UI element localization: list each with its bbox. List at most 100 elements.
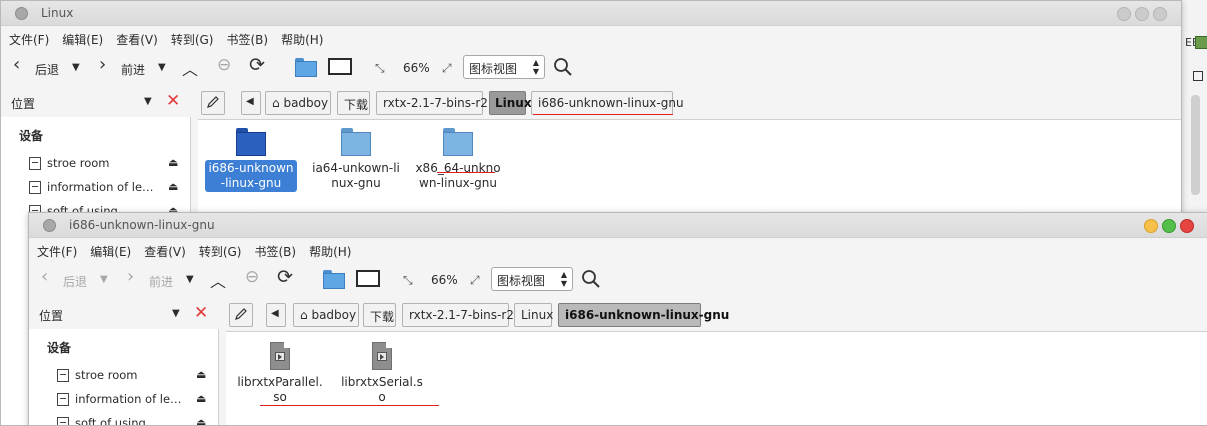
view-mode-select[interactable]: 图标视图 ▲ ▼ <box>491 267 573 291</box>
forward-button[interactable]: 前进 <box>149 273 173 290</box>
devices-heading: 设备 <box>47 341 72 355</box>
menu-bookmarks[interactable]: 书签(B) <box>246 239 301 260</box>
stop-icon[interactable]: ⊖ <box>217 55 231 75</box>
annotation-underline <box>437 172 495 173</box>
up-arrow-icon[interactable]: ︿ <box>210 268 226 292</box>
window-title: Linux <box>41 6 74 20</box>
reload-icon[interactable]: ⟳ <box>249 54 265 76</box>
back-history-dropdown-icon[interactable]: ▼ <box>100 274 108 285</box>
sidebar-dropdown-icon[interactable]: ▼ <box>172 308 180 319</box>
back-arrow-icon[interactable]: ‹ <box>41 266 48 287</box>
path-segment-rxtx[interactable]: rxtx-2.1-7-bins-r2 <box>376 91 488 115</box>
path-label: badboy <box>283 96 329 110</box>
view-mode-select[interactable]: 图标视图 ▲ ▼ <box>463 55 545 79</box>
sidebar-dropdown-icon[interactable]: ▼ <box>144 96 152 107</box>
zoom-out-icon[interactable]: ⤡ <box>375 61 385 76</box>
background-scrollbar[interactable] <box>1191 95 1200 195</box>
folder-item-ia64[interactable]: ia64-unkown-linux-gnu <box>310 128 402 192</box>
view-mode-label: 图标视图 <box>497 274 546 288</box>
file-item-librxtxserial[interactable]: librxtxSerial.so <box>336 342 428 406</box>
path-segment-rxtx[interactable]: rxtx-2.1-7-bins-r2 <box>402 303 514 327</box>
menu-view[interactable]: 查看(V) <box>136 239 191 260</box>
forward-button[interactable]: 前进 <box>121 61 145 78</box>
file-view: librxtxParallel.so librxtxSerial.so <box>226 331 1207 425</box>
path-scroll-left-button[interactable]: ◀ <box>241 91 261 115</box>
zoom-in-icon[interactable]: ⤢ <box>470 273 480 288</box>
edit-path-button[interactable] <box>229 303 253 327</box>
path-scroll-left-button[interactable]: ◀ <box>266 303 286 327</box>
background-checkbox[interactable] <box>1195 36 1207 49</box>
background-square-icon <box>1193 71 1203 81</box>
close-button[interactable] <box>1153 7 1167 21</box>
sidebar-item-information[interactable]: information of lea… ⏏ <box>55 391 215 411</box>
folder-item-x86-64[interactable]: x86_64-unknown-linux-gnu <box>412 128 504 192</box>
title-bar[interactable]: i686-unknown-linux-gnu <box>29 213 1207 238</box>
minimize-button[interactable] <box>1144 219 1158 233</box>
edit-path-button[interactable] <box>201 91 225 115</box>
back-history-dropdown-icon[interactable]: ▼ <box>72 62 80 73</box>
minimize-button[interactable] <box>1117 7 1131 21</box>
back-arrow-icon[interactable]: ‹ <box>13 54 20 75</box>
spin-arrows-icon: ▲ ▼ <box>560 270 567 288</box>
forward-history-dropdown-icon[interactable]: ▼ <box>158 62 166 73</box>
folder-item-i686[interactable]: i686-unknown-linux-gnu <box>205 128 297 192</box>
stop-icon[interactable]: ⊖ <box>245 267 259 287</box>
menu-bookmarks[interactable]: 书签(B) <box>218 27 273 48</box>
forward-arrow-icon[interactable]: › <box>99 54 106 75</box>
eject-icon[interactable]: ⏏ <box>196 416 206 425</box>
file-item-librxtxparallel[interactable]: librxtxParallel.so <box>234 342 326 406</box>
sidebar-close-icon[interactable]: ✕ <box>166 91 180 111</box>
sidebar-item-stroe-room[interactable]: stroe room ⏏ <box>27 155 187 175</box>
icon-view-folder-icon[interactable] <box>295 58 317 77</box>
forward-history-dropdown-icon[interactable]: ▼ <box>186 274 194 285</box>
menu-go[interactable]: 转到(G) <box>163 27 219 48</box>
computer-icon[interactable] <box>328 58 352 75</box>
back-button[interactable]: 后退 <box>35 61 59 78</box>
menu-help[interactable]: 帮助(H) <box>301 239 356 260</box>
sidebar-item-information[interactable]: information of lea… ⏏ <box>27 179 187 199</box>
drive-icon <box>57 369 69 382</box>
eject-icon[interactable]: ⏏ <box>168 180 178 193</box>
path-segment-badboy[interactable]: ⌂ badboy <box>265 91 331 115</box>
pencil-icon <box>207 96 219 108</box>
folder-name: x86_64-unknown-linux-gnu <box>415 161 501 190</box>
folder-icon <box>236 128 266 156</box>
menu-edit[interactable]: 编辑(E) <box>82 239 136 260</box>
search-icon[interactable] <box>553 57 573 77</box>
title-bar[interactable]: Linux <box>1 1 1181 26</box>
path-segment-linux[interactable]: Linux <box>489 91 532 115</box>
menu-view[interactable]: 查看(V) <box>108 27 163 48</box>
maximize-button[interactable] <box>1162 219 1176 233</box>
menu-go[interactable]: 转到(G) <box>191 239 247 260</box>
sidebar-item-stroe-room[interactable]: stroe room ⏏ <box>55 367 215 387</box>
maximize-button[interactable] <box>1135 7 1149 21</box>
path-segment-i686[interactable]: i686-unknown-linux-gnu <box>531 91 684 115</box>
path-segment-downloads[interactable]: 下载 <box>363 303 396 327</box>
menu-file[interactable]: 文件(F) <box>29 239 82 260</box>
menu-file[interactable]: 文件(F) <box>1 27 54 48</box>
sidebar-item-soft-of-using[interactable]: soft of using ⏏ <box>55 415 215 425</box>
up-arrow-icon[interactable]: ︿ <box>182 56 198 80</box>
close-button[interactable] <box>1180 219 1194 233</box>
icon-view-folder-icon[interactable] <box>323 270 345 289</box>
search-icon[interactable] <box>581 269 601 289</box>
computer-icon[interactable] <box>356 270 380 287</box>
reload-icon[interactable]: ⟳ <box>277 266 293 288</box>
path-segment-linux[interactable]: Linux <box>514 303 553 327</box>
sidebar-close-icon[interactable]: ✕ <box>194 303 208 323</box>
forward-arrow-icon[interactable]: › <box>127 266 134 287</box>
sidebar-item-label: information of lea… <box>47 180 157 194</box>
eject-icon[interactable]: ⏏ <box>168 156 178 169</box>
sidebar: 位置 ▼ ✕ 设备 stroe room ⏏ information of le… <box>29 299 219 425</box>
menu-help[interactable]: 帮助(H) <box>273 27 328 48</box>
zoom-in-icon[interactable]: ⤢ <box>442 61 452 76</box>
path-segment-i686[interactable]: i686-unknown-linux-gnu <box>558 303 729 327</box>
eject-icon[interactable]: ⏏ <box>196 368 206 381</box>
path-segment-downloads[interactable]: 下载 <box>337 91 370 115</box>
back-button[interactable]: 后退 <box>63 273 87 290</box>
path-segment-badboy[interactable]: ⌂ badboy <box>293 303 359 327</box>
zoom-out-icon[interactable]: ⤡ <box>403 273 413 288</box>
file-name: librxtxSerial.so <box>341 375 423 404</box>
menu-edit[interactable]: 编辑(E) <box>54 27 108 48</box>
eject-icon[interactable]: ⏏ <box>196 392 206 405</box>
